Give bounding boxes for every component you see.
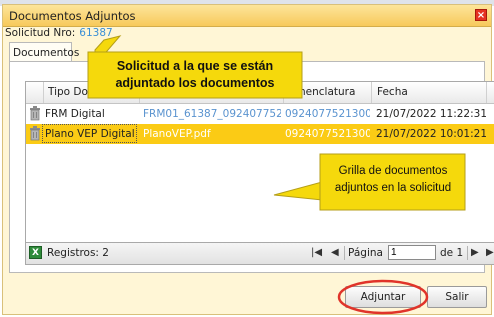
callout-grilla-pointer bbox=[273, 181, 323, 201]
callout-solicitud-text: Solicitud a la que se están adjuntado lo… bbox=[115, 59, 275, 90]
adjuntar-highlight-ring bbox=[337, 279, 429, 315]
callout-grilla-text: Grilla de documentos adjuntos en la soli… bbox=[334, 165, 452, 194]
annotation-overlay bbox=[87, 35, 466, 315]
